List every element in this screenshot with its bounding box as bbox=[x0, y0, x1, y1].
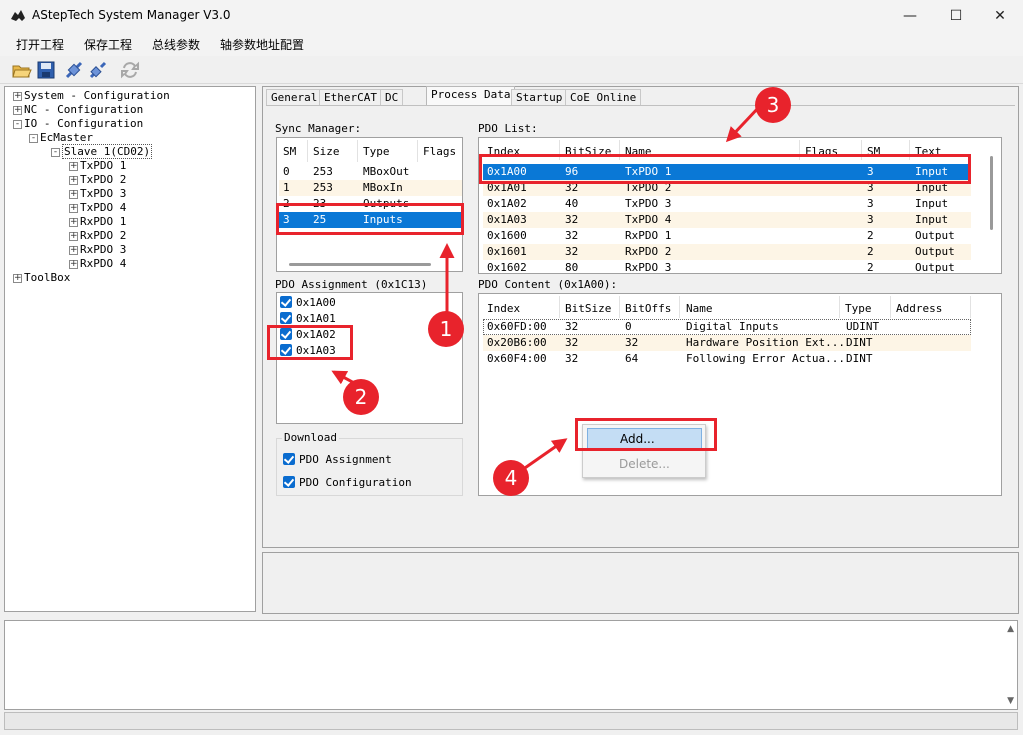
step-badge-2: 2 bbox=[343, 379, 379, 415]
column-header[interactable]: BitOffs bbox=[625, 302, 671, 315]
vertical-scrollbar[interactable] bbox=[990, 156, 993, 230]
checkbox-checked-icon bbox=[283, 453, 295, 465]
tab-process-data[interactable]: Process Data bbox=[426, 86, 516, 106]
tree-item-txpdo-3[interactable]: + TxPDO 3 bbox=[69, 187, 126, 200]
column-header[interactable]: Flags bbox=[423, 145, 456, 158]
table-row[interactable]: 1 253 MBoxIn bbox=[279, 180, 462, 196]
column-header[interactable]: Type bbox=[845, 302, 872, 315]
column-header[interactable]: Address bbox=[896, 302, 942, 315]
horizontal-scrollbar[interactable] bbox=[289, 263, 431, 266]
table-row[interactable]: 0x1600 32 RxPDO 1 2 Output bbox=[483, 228, 971, 244]
pdo-content-label: PDO Content (0x1A00): bbox=[478, 278, 618, 291]
menu-bar: 打开工程 保存工程 总线参数 轴参数地址配置 bbox=[0, 32, 1023, 56]
delete-menu-item[interactable]: Delete... bbox=[587, 454, 702, 476]
tree-item-rxpdo-1[interactable]: + RxPDO 1 bbox=[69, 215, 126, 228]
table-row[interactable]: 0x20B6:00 32 32 Hardware Position Ext...… bbox=[483, 335, 971, 351]
tree-item-system-configuration[interactable]: + System - Configuration bbox=[13, 89, 170, 102]
column-header[interactable]: Type bbox=[363, 145, 390, 158]
menu-axis-address-config[interactable]: 轴参数地址配置 bbox=[220, 36, 304, 53]
save-disk-icon[interactable] bbox=[36, 60, 56, 80]
checkbox-checked-icon bbox=[280, 296, 292, 308]
tab-general[interactable]: General bbox=[266, 89, 323, 105]
maximize-button[interactable]: ☐ bbox=[933, 0, 979, 32]
tree-item-nc-configuration[interactable]: + NC - Configuration bbox=[13, 103, 143, 116]
checkbox-checked-icon bbox=[283, 476, 295, 488]
status-bar bbox=[4, 712, 1018, 730]
download-label: Download bbox=[282, 431, 339, 444]
column-header[interactable]: BitSize bbox=[565, 302, 611, 315]
tree-item-ecmaster[interactable]: - EcMaster bbox=[29, 131, 93, 144]
pdo-list-label: PDO List: bbox=[478, 122, 538, 135]
sync-manager-label: Sync Manager: bbox=[275, 122, 362, 135]
menu-open-project[interactable]: 打开工程 bbox=[16, 36, 64, 53]
open-folder-icon[interactable] bbox=[12, 60, 32, 80]
scroll-up-icon[interactable]: ▲ bbox=[1007, 624, 1014, 634]
tree-item-txpdo-2[interactable]: + TxPDO 2 bbox=[69, 173, 126, 186]
tree-item-io-configuration[interactable]: - IO - Configuration bbox=[13, 117, 143, 130]
annotation-box bbox=[276, 203, 464, 235]
tab-dc[interactable]: DC bbox=[380, 89, 404, 105]
pdo-content-table[interactable]: Index BitSize BitOffs Name Type Address … bbox=[478, 293, 1002, 496]
tab-startup[interactable]: Startup bbox=[511, 89, 568, 105]
annotation-box bbox=[267, 325, 353, 360]
tree-item-toolbox[interactable]: + ToolBox bbox=[13, 271, 70, 284]
tab-divider bbox=[266, 105, 1015, 106]
app-logo-icon bbox=[11, 10, 25, 21]
table-row[interactable]: 0x60FD:00 32 0 Digital Inputs UDINT bbox=[483, 319, 971, 335]
column-header[interactable]: Index bbox=[487, 302, 520, 315]
table-row[interactable]: 0 253 MBoxOut bbox=[279, 164, 462, 180]
connect-icon[interactable] bbox=[64, 60, 84, 80]
refresh-icon[interactable] bbox=[120, 60, 140, 80]
annotation-box bbox=[575, 418, 717, 451]
minimize-button[interactable]: — bbox=[887, 0, 933, 32]
menu-bus-params[interactable]: 总线参数 bbox=[152, 36, 200, 53]
table-row[interactable]: 0x1601 32 RxPDO 2 2 Output bbox=[483, 244, 971, 260]
pdo-assignment-label: PDO Assignment (0x1C13) bbox=[275, 278, 428, 291]
step-badge-4: 4 bbox=[493, 460, 529, 496]
tree-item-rxpdo-2[interactable]: + RxPDO 2 bbox=[69, 229, 126, 242]
tree-item-txpdo-4[interactable]: + TxPDO 4 bbox=[69, 201, 126, 214]
table-row[interactable]: 0x1A02 40 TxPDO 3 3 Input bbox=[483, 196, 971, 212]
scroll-down-icon[interactable]: ▼ bbox=[1007, 696, 1014, 706]
column-header[interactable]: Name bbox=[686, 302, 713, 315]
log-output-area[interactable]: ▲ ▼ bbox=[4, 620, 1018, 710]
close-button[interactable]: ✕ bbox=[977, 0, 1023, 32]
configuration-tree[interactable]: + System - Configuration + NC - Configurat… bbox=[4, 86, 256, 612]
tree-item-txpdo-1[interactable]: + TxPDO 1 bbox=[69, 159, 126, 172]
disconnect-icon[interactable] bbox=[88, 60, 108, 80]
tab-coe-online[interactable]: CoE Online bbox=[565, 89, 642, 105]
tree-item-rxpdo-3[interactable]: + RxPDO 3 bbox=[69, 243, 126, 256]
annotation-box bbox=[479, 154, 971, 184]
tree-item-slave-1[interactable]: - Slave 1(CD02) bbox=[51, 144, 153, 159]
menu-save-project[interactable]: 保存工程 bbox=[84, 36, 132, 53]
column-header[interactable]: SM bbox=[283, 145, 296, 158]
status-panel bbox=[262, 552, 1019, 614]
table-row[interactable]: 0x1602 80 RxPDO 3 2 Output bbox=[483, 260, 971, 273]
tree-item-rxpdo-4[interactable]: + RxPDO 4 bbox=[69, 257, 126, 270]
tab-ethercat[interactable]: EtherCAT bbox=[319, 89, 382, 105]
table-row[interactable]: 0x1A03 32 TxPDO 4 3 Input bbox=[483, 212, 971, 228]
step-badge-1: 1 bbox=[428, 311, 464, 347]
window-title: AStepTech System Manager V3.0 bbox=[32, 8, 231, 22]
column-header[interactable]: Size bbox=[313, 145, 340, 158]
toolbar bbox=[0, 56, 1023, 84]
checkbox-checked-icon bbox=[280, 312, 292, 324]
step-badge-3: 3 bbox=[755, 87, 791, 123]
title-bar: AStepTech System Manager V3.0 — ☐ ✕ bbox=[0, 0, 1023, 32]
table-row[interactable]: 0x60F4:00 32 64 Following Error Actua...… bbox=[483, 351, 971, 367]
